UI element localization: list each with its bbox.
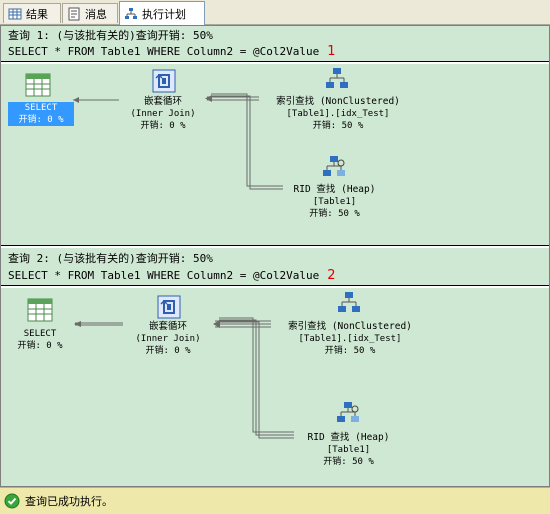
rid-lookup-icon[interactable] xyxy=(321,154,347,184)
tab-execution-plan[interactable]: 执行计划 xyxy=(119,1,205,25)
grid-icon xyxy=(8,7,22,21)
select-operator-icon[interactable] xyxy=(27,298,53,326)
rid-lookup-cost: 开销: 50 % xyxy=(323,457,374,467)
nested-loops-icon[interactable] xyxy=(151,68,177,98)
tab-execution-plan-label: 执行计划 xyxy=(142,7,186,21)
execution-plan-icon xyxy=(124,7,138,21)
index-seek-object: [Table1].[idx_Test] xyxy=(298,334,402,344)
status-text: 查询已成功执行。 xyxy=(25,495,113,508)
results-tab-strip: 结果 消息 执行计划 xyxy=(0,0,550,25)
select-cost: 开销: 0 % xyxy=(17,341,63,351)
message-icon xyxy=(67,7,81,21)
index-seek-node-label[interactable]: 索引查找 (NonClustered) [Table1].[idx_Test] … xyxy=(265,321,435,357)
nested-loops-node-label[interactable]: 嵌套循环 (Inner Join) 开销: 0 % xyxy=(118,321,218,357)
index-seek-node-label[interactable]: 索引查找 (NonClustered) [Table1].[idx_Test] … xyxy=(253,96,423,132)
index-seek-cost: 开销: 50 % xyxy=(312,121,364,131)
select-cost: 开销: 0 % xyxy=(18,115,64,125)
tab-messages-label: 消息 xyxy=(85,7,107,21)
index-seek-title: 索引查找 (NonClustered) xyxy=(276,96,400,107)
nested-loops-title: 嵌套循环 xyxy=(143,96,182,107)
plan-connectors xyxy=(73,93,283,190)
nested-loops-title: 嵌套循环 xyxy=(148,321,187,332)
rid-lookup-cost: 开销: 50 % xyxy=(309,209,360,219)
select-node-label[interactable]: SELECT 开销: 0 % xyxy=(9,328,71,352)
rid-lookup-node-label[interactable]: RID 查找 (Heap) [Table1] 开销: 50 % xyxy=(277,184,392,220)
select-title: SELECT 开销: 0 % xyxy=(8,102,74,126)
execution-plan-panel[interactable]: 查询 1: (与该批有关的)查询开销: 50% SELECT * FROM Ta… xyxy=(0,25,550,487)
index-seek-title: 索引查找 (NonClustered) xyxy=(288,321,412,332)
rid-lookup-title: RID 查找 (Heap) xyxy=(307,432,390,443)
index-seek-object: [Table1].[idx_Test] xyxy=(286,109,390,119)
nested-loops-subtitle: (Inner Join) xyxy=(135,334,201,344)
select-title: SELECT xyxy=(23,329,57,339)
select-title-text: SELECT xyxy=(24,103,58,113)
index-seek-icon[interactable] xyxy=(336,290,362,320)
rid-lookup-node-label[interactable]: RID 查找 (Heap) [Table1] 开销: 50 % xyxy=(291,432,406,468)
select-operator-icon[interactable] xyxy=(25,73,51,101)
rid-lookup-icon[interactable] xyxy=(335,400,361,430)
rid-lookup-title: RID 查找 (Heap) xyxy=(293,184,376,195)
select-node-label[interactable]: SELECT 开销: 0 % xyxy=(8,102,74,126)
query-plan-1: 查询 1: (与该批有关的)查询开销: 50% SELECT * FROM Ta… xyxy=(1,26,549,248)
status-bar: 查询已成功执行。 xyxy=(0,487,550,514)
nested-loops-node-label[interactable]: 嵌套循环 (Inner Join) 开销: 0 % xyxy=(113,96,213,132)
plan-connectors xyxy=(74,317,294,439)
rid-lookup-object: [Table1] xyxy=(312,197,357,207)
index-seek-cost: 开销: 50 % xyxy=(324,346,376,356)
rid-lookup-object: [Table1] xyxy=(326,445,371,455)
tab-messages[interactable]: 消息 xyxy=(62,3,118,23)
nested-loops-subtitle: (Inner Join) xyxy=(130,109,196,119)
plan-divider xyxy=(1,246,549,248)
nested-loops-cost: 开销: 0 % xyxy=(145,346,191,356)
nested-loops-icon[interactable] xyxy=(156,294,182,324)
query-plan-2: 查询 2: (与该批有关的)查询开销: 50% SELECT * FROM Ta… xyxy=(1,249,549,486)
index-seek-icon[interactable] xyxy=(324,66,350,96)
nested-loops-cost: 开销: 0 % xyxy=(140,121,186,131)
tab-results-label: 结果 xyxy=(26,7,48,21)
tab-results[interactable]: 结果 xyxy=(3,3,61,23)
success-check-icon xyxy=(4,493,20,509)
